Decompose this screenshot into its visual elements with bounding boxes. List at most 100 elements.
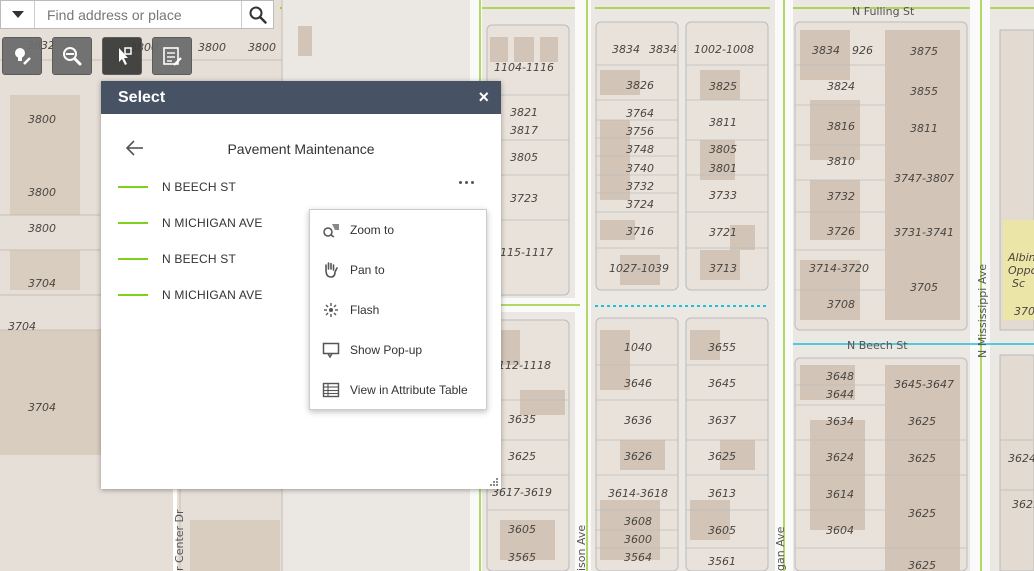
parcel-label: 3816 bbox=[827, 120, 855, 133]
parcel-label: Albin bbox=[1007, 251, 1034, 264]
parcel-label: 3644 bbox=[826, 388, 854, 401]
street-label: ison Ave bbox=[575, 525, 588, 571]
parcel-label: 3748 bbox=[626, 143, 654, 156]
popup-icon bbox=[321, 340, 341, 360]
menu-item-view-attribute-table[interactable]: View in Attribute Table bbox=[310, 370, 486, 410]
menu-item-label: View in Attribute Table bbox=[350, 383, 468, 397]
parcel-label: 3875 bbox=[910, 45, 938, 58]
parcel-label: 3614-3618 bbox=[608, 487, 668, 500]
lightbulb-pencil-icon bbox=[15, 48, 31, 65]
menu-item-show-popup[interactable]: Show Pop-up bbox=[310, 330, 486, 370]
search-box bbox=[0, 0, 274, 29]
search-input[interactable] bbox=[35, 1, 241, 28]
parcel-label: 3747-3807 bbox=[894, 172, 954, 185]
parcel-label: 3600 bbox=[624, 533, 652, 546]
flash-icon bbox=[321, 300, 341, 320]
close-icon[interactable]: × bbox=[478, 87, 489, 108]
parcel-label: 3834 bbox=[649, 43, 677, 56]
street-label: r Center Dr bbox=[173, 509, 186, 571]
parcel-label: 3625 bbox=[708, 450, 736, 463]
parcel-label: 3713 bbox=[709, 262, 737, 275]
parcel-label: 3800 bbox=[198, 41, 226, 54]
parcel-label: 3704 bbox=[28, 401, 56, 414]
parcel-label: 3811 bbox=[709, 116, 737, 129]
parcel-label: 3810 bbox=[827, 155, 855, 168]
map-toolbar bbox=[2, 37, 192, 75]
feature-context-menu: Zoom to Pan to Flash Show Pop-up View in… bbox=[309, 209, 487, 410]
parcel-label: 3805 bbox=[709, 143, 737, 156]
parcel-label: 3834 bbox=[812, 44, 840, 57]
parcel-label: 3625 bbox=[908, 452, 936, 465]
parcel-label: 3800 bbox=[28, 186, 56, 199]
feature-name: N MICHIGAN AVE bbox=[162, 216, 263, 230]
parcel-label: Oppo bbox=[1008, 264, 1034, 277]
parcel-label: 3561 bbox=[708, 555, 736, 568]
parcel-label: 3721 bbox=[709, 226, 737, 239]
parcel-label: 3800 bbox=[28, 113, 56, 126]
feature-name: N BEECH ST bbox=[162, 252, 237, 266]
parcel-label: 3824 bbox=[827, 80, 855, 93]
chevron-down-icon bbox=[11, 11, 24, 18]
parcel-label: 3613 bbox=[708, 487, 736, 500]
parcel-label: 3564 bbox=[624, 551, 652, 564]
parcel-label: Sc bbox=[1012, 277, 1025, 290]
menu-item-label: Show Pop-up bbox=[350, 343, 423, 357]
search-source-dropdown[interactable] bbox=[1, 1, 35, 28]
parcel-label: 3636 bbox=[624, 414, 652, 427]
parcel-label: 3565 bbox=[508, 551, 536, 564]
parcel-label: 3826 bbox=[626, 79, 654, 92]
parcel-label: 1040 bbox=[624, 341, 652, 354]
parcel-label: 3817 bbox=[510, 124, 538, 137]
parcel-label: 1104-1116 bbox=[494, 61, 554, 74]
parcel-label: 3732 bbox=[827, 190, 855, 203]
parcel-label: 3604 bbox=[826, 524, 854, 537]
parcel-label: 3624 bbox=[826, 451, 854, 464]
pan-hand-icon bbox=[321, 260, 341, 280]
parcel-label: 3724 bbox=[626, 198, 654, 211]
menu-item-label: Zoom to bbox=[350, 223, 395, 237]
parcel-label: 3811 bbox=[910, 122, 938, 135]
menu-item-label: Flash bbox=[350, 303, 380, 317]
menu-item-pan-to[interactable]: Pan to bbox=[310, 250, 486, 290]
parcel-label: 3708 bbox=[827, 298, 855, 311]
parcel-label: 3800 bbox=[248, 41, 276, 54]
tool-button-select[interactable] bbox=[102, 37, 142, 75]
parcel-label: 3625 bbox=[508, 450, 536, 463]
parcel-label: 115-1117 bbox=[500, 246, 553, 259]
parcel-label: 3625 bbox=[908, 559, 936, 571]
layer-name: Pavement Maintenance bbox=[227, 141, 375, 157]
parcel-label: 3726 bbox=[827, 225, 855, 238]
resize-handle-icon[interactable] bbox=[489, 477, 499, 487]
tool-button[interactable] bbox=[52, 37, 92, 75]
parcel-label: 3834 bbox=[612, 43, 640, 56]
zoom-to-icon bbox=[321, 220, 341, 240]
parcel-label: 3625 bbox=[908, 507, 936, 520]
parcel-label: 3756 bbox=[626, 125, 654, 138]
tool-button[interactable] bbox=[152, 37, 192, 75]
parcel-label: 3625 bbox=[908, 415, 936, 428]
parcel-label: 3821 bbox=[510, 106, 538, 119]
parcel-label: 3614 bbox=[826, 488, 854, 501]
parcel-label: 3704 bbox=[28, 277, 56, 290]
tool-button[interactable] bbox=[2, 37, 42, 75]
parcel-label: 3645 bbox=[708, 377, 736, 390]
menu-item-flash[interactable]: Flash bbox=[310, 290, 486, 330]
street-label: gan Ave bbox=[774, 526, 787, 571]
parcel-label: 112-1118 bbox=[498, 359, 551, 372]
parcel-label: 3605 bbox=[708, 524, 736, 537]
select-cursor-icon bbox=[119, 47, 132, 65]
parcel-label: 3801 bbox=[709, 162, 737, 175]
feature-item[interactable]: N BEECH ST bbox=[101, 169, 501, 205]
parcel-label: 3705 bbox=[910, 281, 938, 294]
parcel-label: 926 bbox=[852, 44, 873, 57]
search-button[interactable] bbox=[241, 1, 273, 28]
parcel-label: 3800 bbox=[28, 222, 56, 235]
parcel-label: 3624 bbox=[1008, 452, 1034, 465]
more-options-icon[interactable] bbox=[459, 181, 474, 184]
feature-name: N BEECH ST bbox=[162, 180, 237, 194]
menu-item-zoom-to[interactable]: Zoom to bbox=[310, 210, 486, 250]
attribute-table-icon bbox=[163, 47, 182, 66]
parcel-label: 3648 bbox=[826, 370, 854, 383]
parcel-label: 3855 bbox=[910, 85, 938, 98]
parcel-label: 3637 bbox=[708, 414, 736, 427]
